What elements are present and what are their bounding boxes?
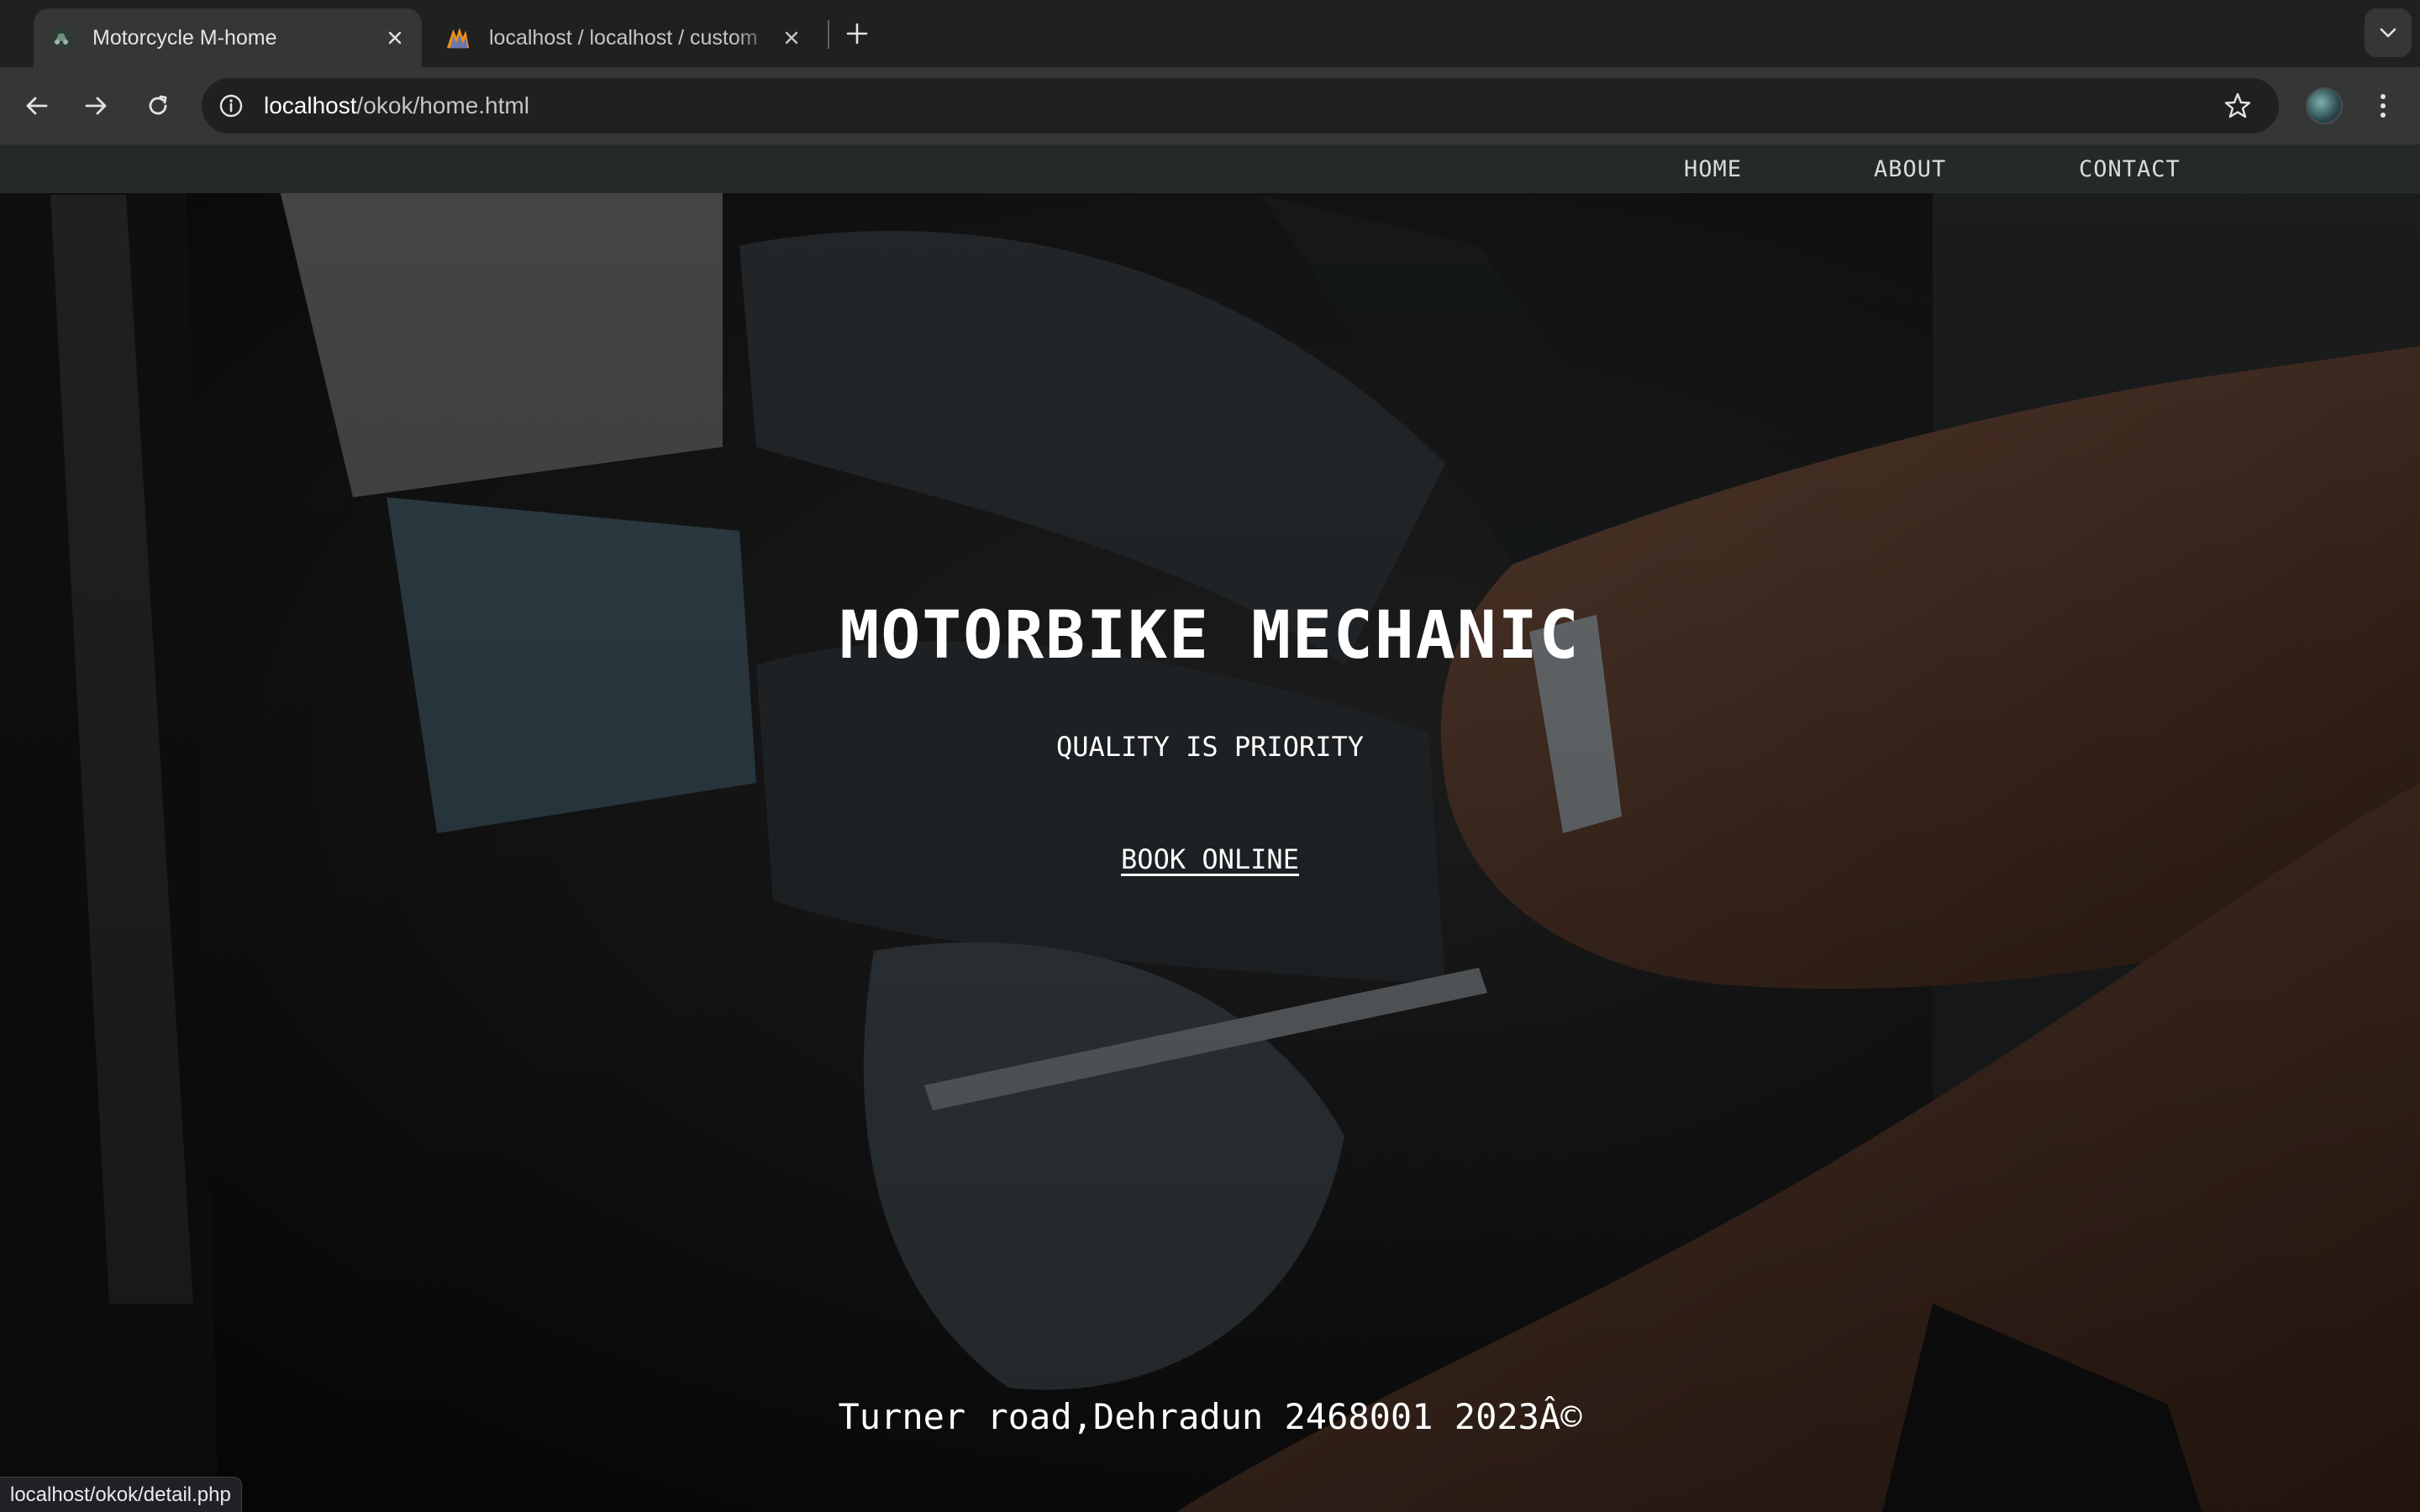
plus-icon [846, 23, 868, 45]
more-vert-icon [2381, 94, 2386, 118]
footer-address: Turner road,Dehradun 2468001 2023Â© [838, 1396, 1582, 1437]
menu-button[interactable] [2366, 87, 2400, 124]
tab-title: Motorcycle M-home [92, 25, 277, 50]
nav-home-link[interactable]: HOME [1684, 144, 1742, 193]
new-tab-button[interactable] [840, 17, 874, 50]
site-info-icon[interactable] [217, 92, 245, 120]
hero-subtitle: QUALITY IS PRIORITY [1055, 731, 1365, 763]
reload-icon [149, 95, 167, 115]
tab-title: localhost / localhost / custom [489, 25, 758, 50]
browser-toolbar: localhost/okok/home.html [0, 67, 2420, 144]
site-navbar: HOME ABOUT CONTACT [0, 144, 2420, 193]
url-host: localhost [264, 92, 357, 118]
tab-strip: Motorcycle M-home localhost / localhost … [0, 0, 2420, 67]
arrow-right-icon [85, 97, 107, 115]
bookmark-star-icon[interactable] [2222, 90, 2254, 122]
tab-separator [828, 20, 829, 49]
tab-phpmyadmin[interactable]: localhost / localhost / custom [430, 8, 818, 67]
forward-button[interactable] [77, 87, 114, 124]
url-path: /okok/home.html [356, 92, 529, 118]
tab-motorcycle-home[interactable]: Motorcycle M-home [34, 8, 422, 67]
book-online-link[interactable]: BOOK ONLINE [1092, 843, 1328, 875]
hero-background-image [0, 144, 2420, 1512]
phpmyadmin-favicon-icon [445, 25, 471, 50]
close-tab-icon[interactable] [776, 23, 807, 53]
address-bar[interactable]: localhost/okok/home.html [202, 78, 2279, 134]
url-text: localhost/okok/home.html [264, 92, 529, 119]
profile-avatar[interactable] [2306, 87, 2343, 124]
reload-button[interactable] [139, 87, 176, 124]
nav-about-link[interactable]: ABOUT [1874, 144, 1946, 193]
chevron-down-icon [2380, 28, 2396, 38]
page-viewport: HOME ABOUT CONTACT MOTORBIKE MECHANIC QU… [0, 144, 2420, 1512]
tab-search-button[interactable] [2365, 8, 2412, 57]
nav-contact-link[interactable]: CONTACT [2079, 144, 2181, 193]
arrow-left-icon [26, 97, 48, 115]
hero-title: MOTORBIKE MECHANIC [839, 598, 1581, 674]
close-tab-icon[interactable] [380, 23, 410, 53]
back-button[interactable] [18, 87, 55, 124]
status-url-bubble: localhost/okok/detail.php [0, 1477, 242, 1512]
motorcycle-favicon-icon [49, 25, 74, 50]
